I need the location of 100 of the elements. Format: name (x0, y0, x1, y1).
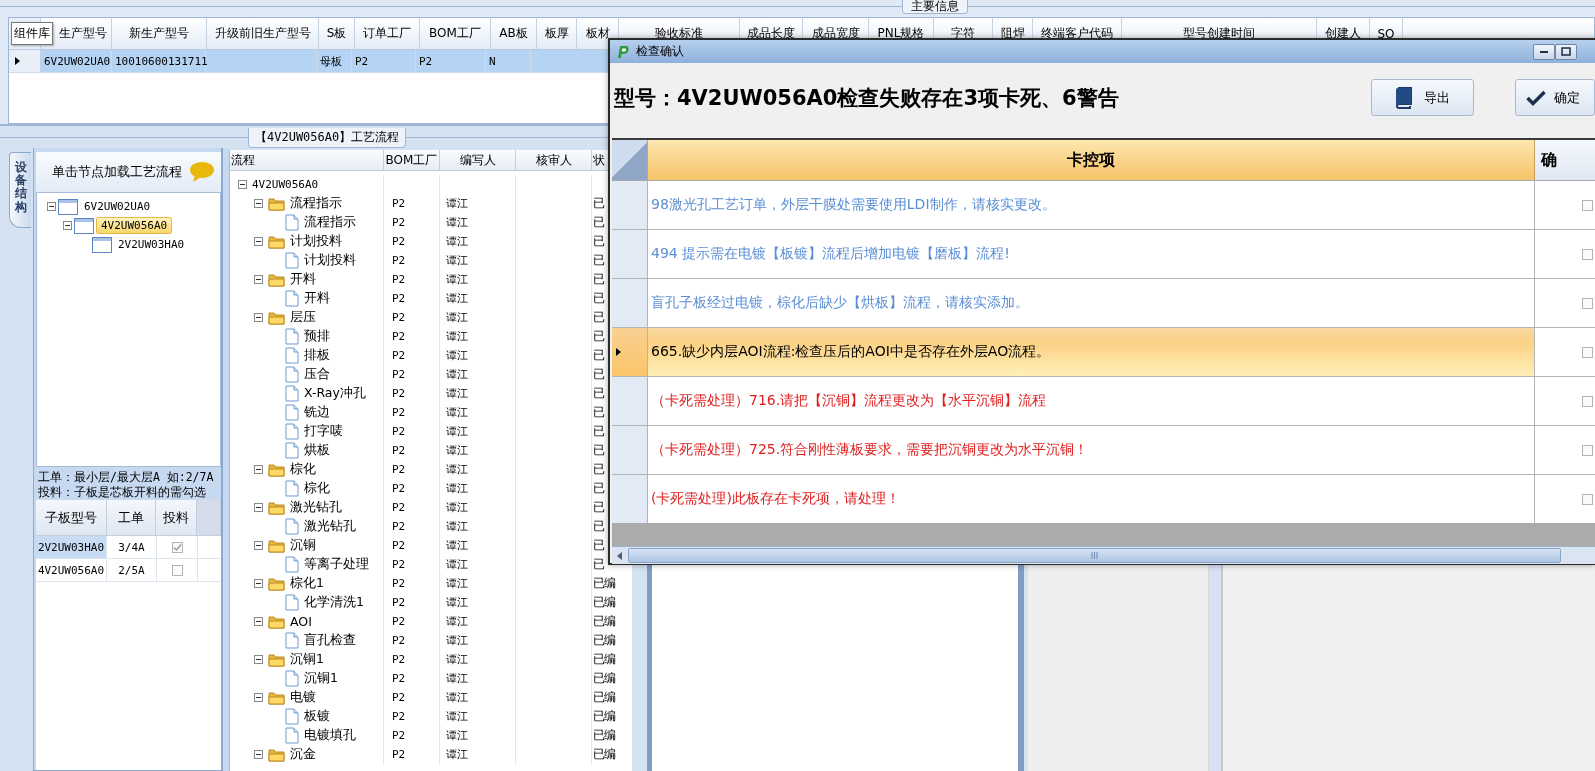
table-cell: 6V2UW02UA0 (41, 50, 112, 72)
minimize-button[interactable] (1533, 43, 1555, 60)
collapse-toggle[interactable] (254, 541, 263, 550)
tree-node[interactable]: X-Ray冲孔 (304, 385, 366, 402)
collapse-toggle[interactable] (254, 655, 263, 664)
tree-node[interactable]: 棕化1 (290, 575, 324, 592)
tree-node[interactable]: AOI (290, 614, 312, 629)
tree-node[interactable]: 2V2UW03HA0 (114, 237, 189, 252)
tree-node[interactable]: 沉铜 (290, 537, 316, 554)
tree-node[interactable]: 开料 (290, 271, 316, 288)
checkbox[interactable] (1582, 395, 1593, 407)
tree-node[interactable]: 板镀 (304, 708, 330, 725)
tree-node[interactable]: 烘板 (304, 442, 330, 459)
tree-node[interactable]: 6V2UW02UA0 (80, 199, 155, 214)
tree-node[interactable]: 沉铜1 (290, 651, 324, 668)
tree-node[interactable]: 4V2UW056A0 (252, 178, 319, 191)
scroll-thumb[interactable] (628, 548, 1561, 563)
checkbox[interactable] (1582, 297, 1593, 309)
confirm-button[interactable]: 确定 (1515, 79, 1595, 116)
tree-node[interactable]: 流程指示 (290, 195, 342, 212)
tree-node[interactable]: 计划投料 (290, 233, 342, 250)
row-header[interactable] (612, 181, 648, 229)
column-header[interactable]: 升级前旧生产型号 (207, 18, 319, 49)
row-header[interactable] (612, 328, 648, 376)
row-header[interactable] (612, 475, 648, 523)
select-all-corner[interactable] (612, 140, 648, 180)
column-header[interactable]: BOM工厂 (420, 18, 491, 49)
column-header[interactable]: 子板型号 (36, 500, 107, 535)
row-header[interactable] (612, 279, 648, 327)
table-cell[interactable]: （卡死需处理）716.请把【沉铜】流程更改为【水平沉铜】流程 (648, 377, 1535, 425)
checkbox[interactable] (1582, 199, 1593, 211)
tree-node[interactable]: 沉金 (290, 746, 316, 763)
maximize-button[interactable] (1555, 43, 1577, 60)
horizontal-scrollbar[interactable] (612, 546, 1595, 564)
collapse-toggle[interactable] (63, 221, 72, 230)
tree-node[interactable]: 电镀填孔 (304, 727, 356, 744)
column-header[interactable]: 流程 (230, 150, 384, 170)
column-header[interactable]: 新生产型号 (112, 18, 207, 49)
tree-node[interactable]: 开料 (304, 290, 330, 307)
left-arrow-icon (617, 551, 623, 560)
column-header[interactable]: 板厚 (537, 18, 577, 49)
tree-node[interactable]: 电镀 (290, 689, 316, 706)
tree-node[interactable]: 打字唛 (304, 423, 343, 440)
collapse-toggle[interactable] (254, 199, 263, 208)
tree-node[interactable]: 棕化 (304, 480, 330, 497)
collapse-toggle[interactable] (254, 617, 263, 626)
collapse-toggle[interactable] (47, 202, 56, 211)
checkbox[interactable] (171, 564, 183, 576)
collapse-toggle[interactable] (254, 275, 263, 284)
collapse-toggle[interactable] (254, 503, 263, 512)
column-header[interactable]: 确 (1535, 140, 1595, 180)
collapse-toggle[interactable] (254, 750, 263, 759)
tree-node[interactable]: 激光钻孔 (290, 499, 342, 516)
splitter-bar[interactable] (222, 148, 229, 771)
tree-node[interactable]: 等离子处理 (304, 556, 369, 573)
column-header[interactable]: BOM工厂 (384, 150, 440, 170)
collapse-toggle[interactable] (254, 465, 263, 474)
collapse-toggle[interactable] (254, 693, 263, 702)
table-cell[interactable]: 494 提示需在电镀【板镀】流程后增加电镀【磨板】流程! (648, 230, 1535, 278)
checkbox[interactable] (1582, 248, 1593, 260)
collapse-toggle[interactable] (254, 313, 263, 322)
tree-node[interactable]: 预排 (304, 328, 330, 345)
tree-node[interactable]: 铣边 (304, 404, 330, 421)
tree-node[interactable]: 流程指示 (304, 214, 356, 231)
row-header[interactable] (612, 426, 648, 474)
export-button[interactable]: 导出 (1371, 79, 1474, 116)
collapse-toggle[interactable] (238, 180, 247, 189)
tree-node[interactable]: 排板 (304, 347, 330, 364)
checkbox[interactable] (1582, 346, 1593, 358)
column-header[interactable]: 工单 (106, 500, 157, 535)
folder-icon (268, 538, 285, 553)
tree-node[interactable]: 压合 (304, 366, 330, 383)
row-header[interactable] (612, 377, 648, 425)
tree-node[interactable]: 层压 (290, 309, 316, 326)
row-header[interactable] (612, 230, 648, 278)
tree-node[interactable]: 沉铜1 (304, 670, 338, 687)
tree-node[interactable]: 盲孔检查 (304, 632, 356, 649)
side-tab[interactable]: 设备结构 (9, 152, 31, 228)
tree-node[interactable]: 4V2UW056A0 (96, 217, 173, 234)
checkbox[interactable] (1582, 444, 1593, 456)
tree-node[interactable]: 激光钻孔 (304, 518, 356, 535)
column-header[interactable]: AB板 (491, 18, 537, 49)
table-cell[interactable]: 2V2UW03HA0 (36, 536, 107, 558)
tree-node[interactable]: 计划投料 (304, 252, 356, 269)
table-cell[interactable]: （卡死需处理）725.符合刚性薄板要求，需要把沉铜更改为水平沉铜！ (648, 426, 1535, 474)
column-header[interactable]: 卡控项 (648, 140, 1535, 180)
collapse-toggle[interactable] (254, 579, 263, 588)
column-header[interactable]: 核审人 (516, 150, 592, 170)
tree-node[interactable]: 棕化 (290, 461, 316, 478)
tree-node[interactable]: 化学清洗1 (304, 594, 364, 611)
column-header[interactable]: 编写人 (440, 150, 516, 170)
checkbox[interactable] (171, 541, 183, 553)
table-cell[interactable]: 4V2UW056A0 (36, 559, 107, 581)
table-cell[interactable]: 665.缺少内层AOI流程:检查压后的AOI中是否存在外层AO流程。 (648, 328, 1535, 376)
table-cell[interactable]: 98激光孔工艺订单，外层干膜处需要使用LDI制作，请核实更改。 (648, 181, 1535, 229)
table-cell[interactable]: 盲孔子板经过电镀，棕化后缺少【烘板】流程，请核实添加。 (648, 279, 1535, 327)
column-header[interactable]: 订单工厂 (355, 18, 420, 49)
collapse-toggle[interactable] (254, 237, 263, 246)
column-header[interactable]: S板 (319, 18, 355, 49)
checkbox[interactable] (1582, 493, 1593, 505)
